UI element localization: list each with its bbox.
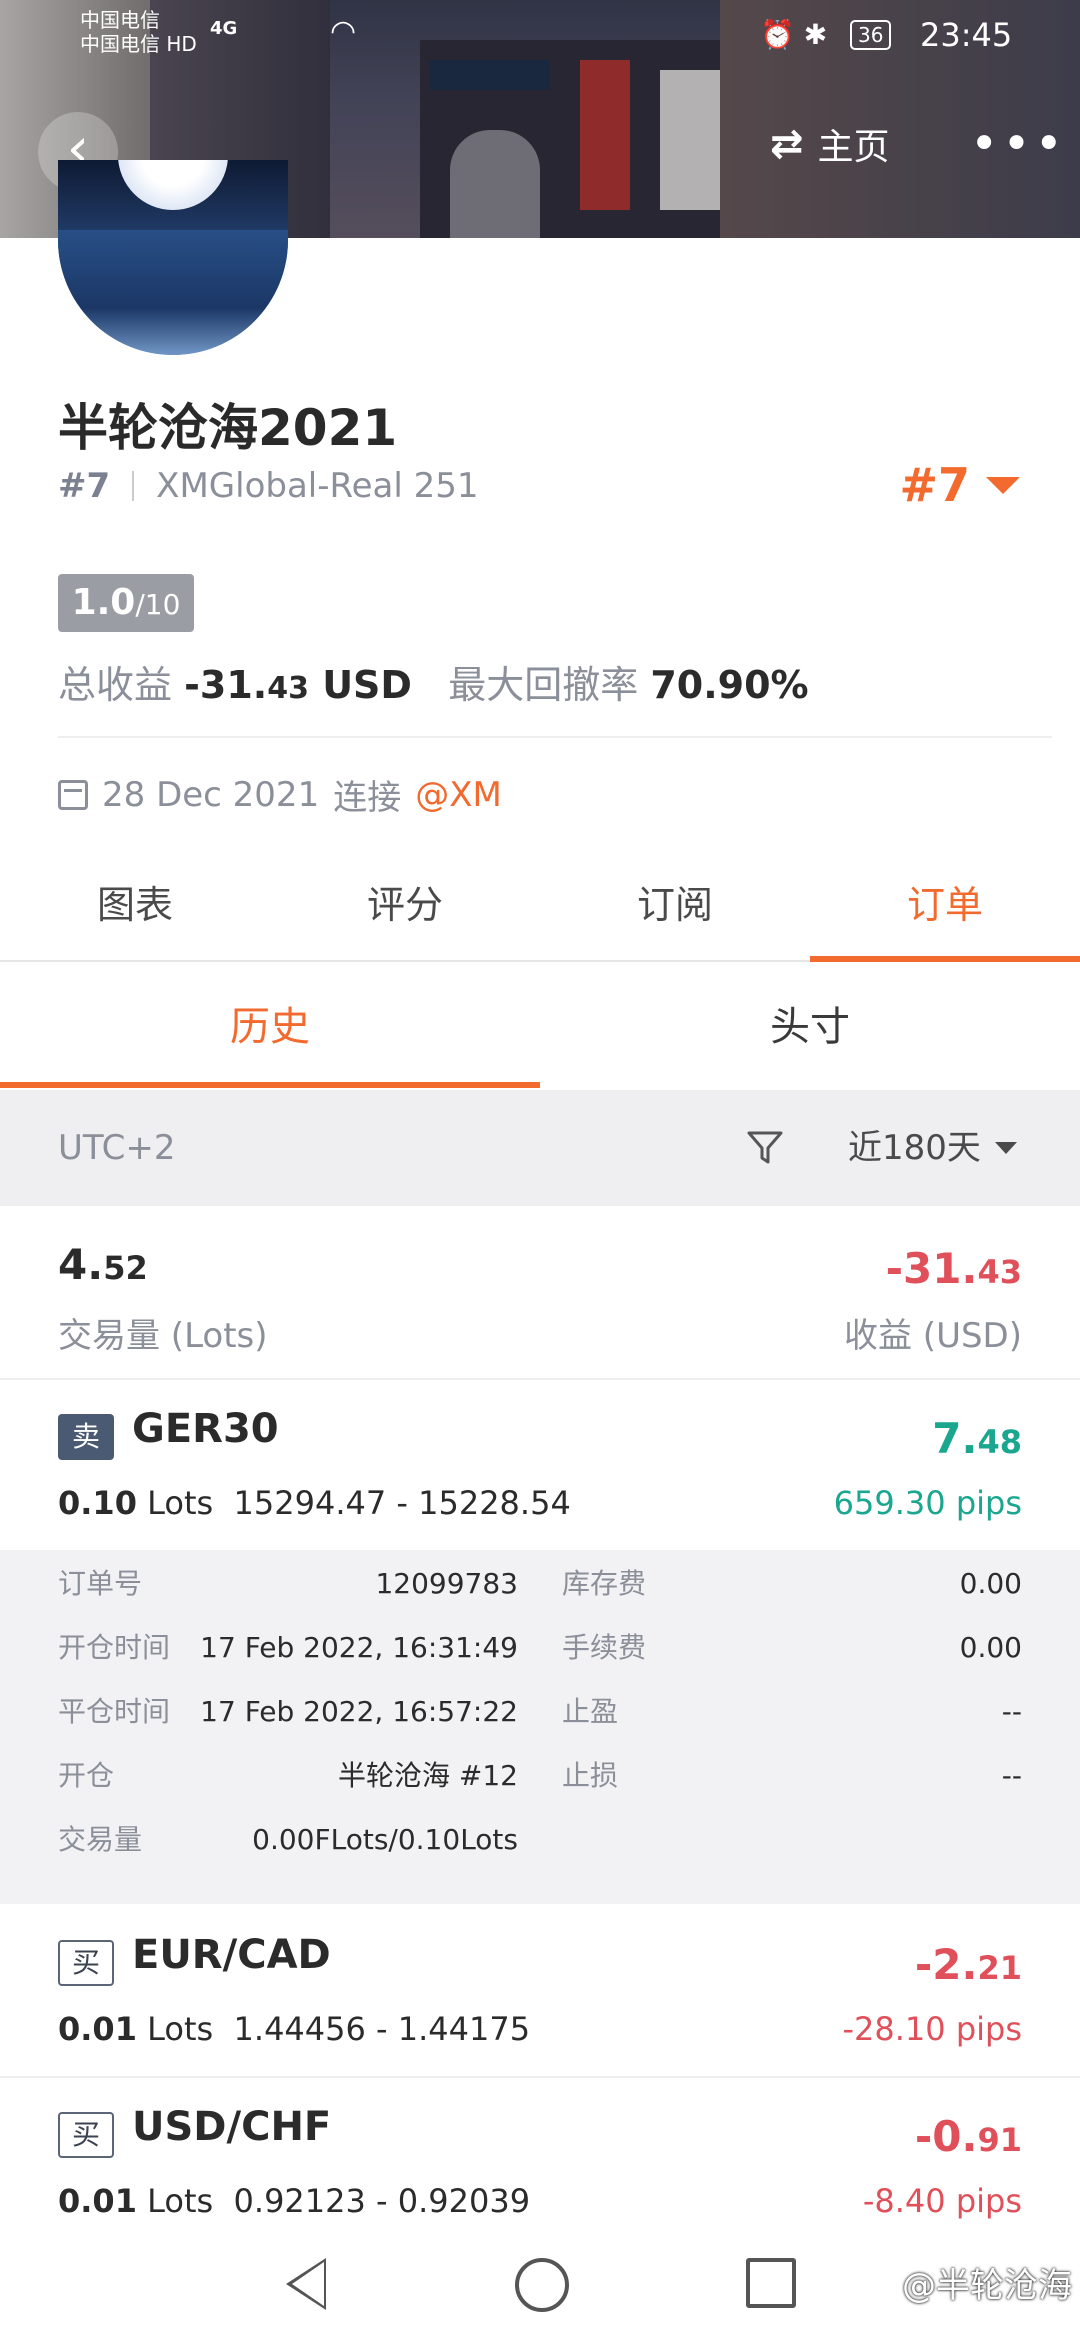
subtab-positions[interactable]: 头寸 (540, 962, 1080, 1088)
order-profit: 7.48 (932, 1414, 1022, 1463)
divider (58, 736, 1052, 738)
detail-label: 开仓时间 (58, 1631, 171, 1664)
home-button-label: 主页 (817, 127, 890, 168)
watermark: @半轮沧海 (902, 2266, 1072, 2306)
order-profit: -0.91 (914, 2112, 1022, 2161)
server-name: XMGlobal-Real 251 (156, 466, 479, 506)
buy-badge: 买 (58, 2112, 114, 2158)
wifi-icon: ◠ (330, 14, 357, 49)
order-row[interactable]: 卖 GER30 0.10 Lots 15294.47 - 15228.54 7.… (0, 1380, 1080, 1552)
order-symbol: GER30 (132, 1406, 279, 1452)
signal-icon: 4G (210, 18, 238, 39)
filter-bar: UTC+2 近180天 (0, 1090, 1080, 1206)
detail-label: 止损 (562, 1759, 619, 1792)
detail-label: 开仓 (58, 1759, 115, 1792)
connected-label: 连接 (333, 778, 402, 818)
caret-down-icon (994, 1142, 1017, 1154)
order-detail-panel: 订单号 12099783 库存费 0.00 开仓时间 17 Feb 2022, … (0, 1550, 1080, 1904)
status-bar: 中国电信 中国电信 HD 4G ◠ ⏰ ✱ 36 23:45 (0, 0, 1080, 70)
rank-label: #7 (58, 466, 111, 506)
open-source: 半轮沧海 #12 (338, 1759, 518, 1792)
rank-row: #7 XMGlobal-Real 251 (58, 466, 479, 506)
open-time: 17 Feb 2022, 16:31:49 (200, 1631, 518, 1664)
detail-label: 库存费 (562, 1567, 647, 1600)
broker-link[interactable]: @XM (415, 775, 502, 815)
total-profit-value: -31.43 USD (184, 663, 412, 707)
divider (132, 471, 135, 501)
timezone-label: UTC+2 (58, 1128, 176, 1168)
history-summary: 4.52 交易量 (Lots) -31.43 收益 (USD) (0, 1208, 1080, 1380)
order-detail: 0.10 Lots 15294.47 - 15228.54 (58, 1484, 571, 1522)
calendar-icon (58, 779, 88, 810)
total-profit: -31.43 (885, 1244, 1022, 1293)
main-tabs: 图表 评分 订阅 订单 (0, 870, 1080, 962)
stop-loss-value: -- (1001, 1759, 1022, 1792)
total-profit-label: 收益 (USD) (844, 1316, 1022, 1356)
detail-label: 订单号 (58, 1567, 143, 1600)
home-button[interactable]: ⇄ 主页 (770, 118, 890, 170)
score-max: /10 (135, 588, 181, 621)
total-lots: 4.52 (58, 1240, 148, 1289)
order-row[interactable]: 买 USD/CHF 0.01 Lots 0.92123 - 0.92039 -0… (0, 2078, 1080, 2248)
profile-name: 半轮沧海2021 (58, 399, 398, 457)
swap-arrows-icon: ⇄ (770, 121, 804, 167)
more-dots-icon: ••• (970, 116, 1067, 172)
connected-date: 28 Dec 2021 (102, 774, 320, 815)
connection-info: 28 Dec 2021 连接 @XM (58, 770, 502, 819)
nav-recents-icon[interactable] (746, 2258, 796, 2308)
total-lots-label: 交易量 (Lots) (58, 1316, 268, 1356)
order-pips: -8.40 pips (862, 2182, 1022, 2220)
tab-subscribe[interactable]: 订阅 (540, 870, 810, 960)
take-profit-value: -- (1001, 1695, 1022, 1728)
swap-value: 0.00 (959, 1567, 1022, 1600)
tab-rating[interactable]: 评分 (270, 870, 540, 960)
order-pips: 659.30 pips (833, 1484, 1022, 1522)
rank-dropdown-label: #7 (899, 458, 970, 512)
date-range-dropdown[interactable]: 近180天 (848, 1090, 1017, 1206)
battery-icon: 36 (850, 20, 892, 50)
score-value: 1.0 (71, 582, 136, 623)
commission-value: 0.00 (959, 1631, 1022, 1664)
score-badge: 1.0/10 (58, 574, 194, 632)
subtab-history[interactable]: 历史 (0, 962, 540, 1088)
rank-dropdown[interactable]: #7 (899, 458, 1020, 512)
date-range-label: 近180天 (848, 1128, 981, 1168)
tab-orders[interactable]: 订单 (810, 870, 1080, 962)
order-detail: 0.01 Lots 0.92123 - 0.92039 (58, 2182, 531, 2220)
order-pips: -28.10 pips (842, 2010, 1022, 2048)
tab-chart[interactable]: 图表 (0, 870, 270, 960)
filter-icon[interactable] (745, 1128, 785, 1168)
caret-down-icon (986, 476, 1020, 494)
buy-badge: 买 (58, 1940, 114, 1986)
sell-badge: 卖 (58, 1414, 114, 1460)
drawdown-label: 最大回撤率 (448, 663, 639, 707)
nav-home-icon[interactable] (515, 2258, 569, 2312)
order-profit: -2.21 (914, 1940, 1022, 1989)
detail-label: 平仓时间 (58, 1695, 171, 1728)
detail-label: 交易量 (58, 1823, 143, 1856)
detail-label: 手续费 (562, 1631, 647, 1664)
volume-value: 0.00FLots/0.10Lots (252, 1823, 518, 1856)
detail-label: 止盈 (562, 1695, 619, 1728)
order-subtabs: 历史 头寸 (0, 962, 1080, 1088)
profit-stats: 总收益 -31.43 USD 最大回撤率 70.90% (58, 654, 809, 709)
alarm-bluetooth-icons: ⏰ ✱ (760, 18, 828, 51)
close-time: 17 Feb 2022, 16:57:22 (200, 1695, 518, 1728)
avatar[interactable] (58, 160, 288, 355)
order-symbol: EUR/CAD (132, 1932, 331, 1978)
carrier-info: 中国电信 中国电信 HD (80, 8, 197, 56)
order-detail: 0.01 Lots 1.44456 - 1.44175 (58, 2010, 531, 2048)
order-row[interactable]: 买 EUR/CAD 0.01 Lots 1.44456 - 1.44175 -2… (0, 1906, 1080, 2078)
total-profit-label: 总收益 (58, 663, 173, 707)
more-options-button[interactable]: ••• (970, 116, 1067, 172)
drawdown-value: 70.90% (650, 663, 809, 707)
order-number: 12099783 (375, 1567, 518, 1600)
status-time: 23:45 (920, 16, 1013, 54)
order-symbol: USD/CHF (132, 2104, 332, 2150)
